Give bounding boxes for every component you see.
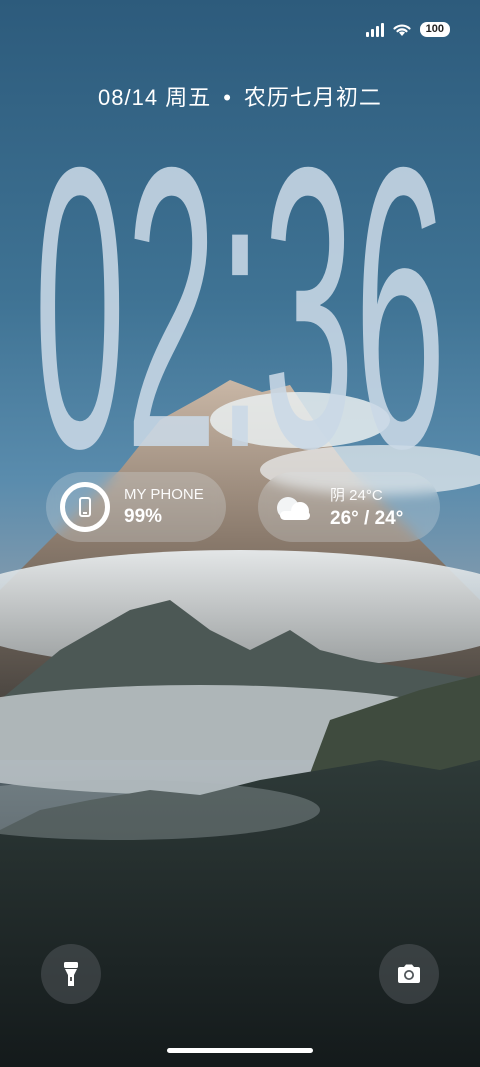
phone-widget-title: MY PHONE <box>124 486 204 503</box>
date-text: 08/14 周五 <box>98 85 212 110</box>
status-bar: 100 <box>365 22 450 37</box>
cloud-icon <box>277 497 310 520</box>
home-indicator[interactable] <box>167 1048 313 1053</box>
flashlight-icon <box>64 962 78 986</box>
phone-battery-value: 99% <box>124 506 163 527</box>
weather-range: 26° / 24° <box>330 508 404 529</box>
clock[interactable]: 02:36 <box>0 84 480 531</box>
signal-icon <box>365 22 384 37</box>
camera-button[interactable] <box>379 944 439 1004</box>
wifi-icon <box>393 24 411 36</box>
camera-icon <box>398 964 420 983</box>
phone-icon <box>79 497 91 517</box>
weather-condition: 阴 24°C <box>330 487 383 504</box>
flashlight-button[interactable] <box>41 944 101 1004</box>
lunar-date-text: 农历七月初二 <box>243 85 382 110</box>
date-separator: • <box>223 85 232 110</box>
clock-time: 02:36 <box>34 108 446 468</box>
battery-icon: 100 <box>419 22 450 37</box>
phone-battery-ring-icon <box>60 482 110 532</box>
phone-battery-widget[interactable]: MY PHONE 99% <box>46 472 226 542</box>
weather-widget[interactable]: 阴 24°C 26° / 24° <box>258 472 440 542</box>
